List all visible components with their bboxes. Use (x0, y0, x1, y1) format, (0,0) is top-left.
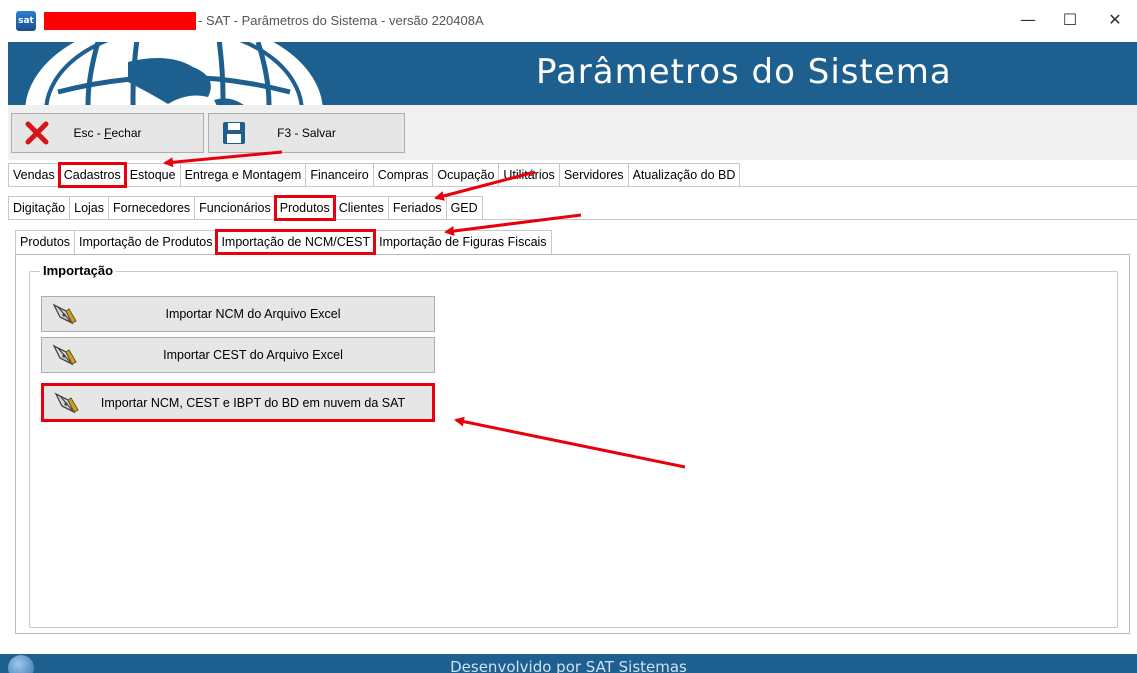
tab-compras[interactable]: Compras (372, 163, 434, 187)
tab-funcionarios[interactable]: Funcionários (194, 196, 276, 220)
tab-importacao-ncm-cest[interactable]: Importação de NCM/CEST (215, 229, 377, 255)
close-button-label: Esc - Fechar (73, 126, 142, 140)
tab-ocupacao[interactable]: Ocupação (432, 163, 500, 187)
product-tab-bar: Produtos Importação de Produtos Importação… (15, 229, 552, 255)
ncm-cest-import-panel: Importação Importar NCM do Arquivo Excel… (15, 254, 1130, 634)
minimize-button[interactable]: — (1014, 8, 1042, 32)
title-bar: sat - SAT - Parâmetros do Sistema - vers… (0, 0, 1137, 42)
window-title: - SAT - Parâmetros do Sistema - versão 2… (198, 13, 484, 28)
import-ncm-excel-button[interactable]: Importar NCM do Arquivo Excel (41, 296, 435, 332)
tab-cadastros[interactable]: Cadastros (57, 162, 127, 188)
save-button[interactable]: F3 - Salvar (208, 113, 405, 153)
tab-atualizacao-do-bd[interactable]: Atualização do BD (627, 163, 741, 187)
main-tab-divider (8, 186, 1137, 187)
tab-financeiro[interactable]: Financeiro (305, 163, 374, 187)
app-icon: sat (16, 11, 36, 31)
tab-vendas[interactable]: Vendas (8, 163, 60, 187)
tab-importacao-de-produtos[interactable]: Importação de Produtos (74, 230, 218, 254)
maximize-button[interactable]: ☐ (1056, 8, 1084, 32)
close-window-button[interactable]: ✕ (1101, 8, 1129, 32)
footer-bar: Desenvolvido por SAT Sistemas (0, 654, 1137, 673)
tab-lojas[interactable]: Lojas (69, 196, 110, 220)
tab-estoque[interactable]: Estoque (124, 163, 181, 187)
redacted-region (44, 12, 196, 30)
tab-fornecedores[interactable]: Fornecedores (108, 196, 196, 220)
page-title: Parâmetros do Sistema (536, 52, 952, 92)
header-banner: Parâmetros do Sistema (8, 42, 1137, 105)
tab-servidores[interactable]: Servidores (558, 163, 629, 187)
import-button-label: Importar NCM do Arquivo Excel (165, 307, 341, 321)
tab-digitacao[interactable]: Digitação (8, 196, 71, 220)
main-tab-bar: Vendas Cadastros Estoque Entrega e Montagem… (8, 162, 741, 188)
sub-tab-bar: Digitação Lojas Fornecedores Funcionários Pr… (8, 195, 483, 221)
tab-ged[interactable]: GED (445, 196, 483, 220)
import-ncm-cest-ibpt-cloud-button[interactable]: Importar NCM, CEST e IBPT do BD em nuvem… (41, 383, 435, 422)
import-button-label: Importar NCM, CEST e IBPT do BD em nuvem… (100, 396, 406, 410)
footer-credit: Desenvolvido por SAT Sistemas (450, 658, 687, 673)
tab-clientes[interactable]: Clientes (333, 196, 389, 220)
import-button-label: Importar CEST do Arquivo Excel (163, 348, 343, 362)
tab-entrega-e-montagem[interactable]: Entrega e Montagem (179, 163, 307, 187)
import-group-label: Importação (40, 263, 117, 278)
tab-importacao-figuras-fiscais[interactable]: Importação de Figuras Fiscais (374, 230, 552, 254)
close-button[interactable]: Esc - Fechar (11, 113, 204, 153)
save-button-label: F3 - Salvar (277, 126, 336, 140)
tab-utilitarios[interactable]: Utilitários (498, 163, 560, 187)
tab-feriados[interactable]: Feriados (387, 196, 447, 220)
toolbar: Esc - Fechar F3 - Salvar (8, 105, 1137, 160)
tab-produtos[interactable]: Produtos (273, 195, 336, 221)
tab-produtos-lista[interactable]: Produtos (15, 230, 76, 254)
sub-tab-divider (8, 219, 1137, 220)
globe-logo-icon (23, 42, 325, 105)
import-cest-excel-button[interactable]: Importar CEST do Arquivo Excel (41, 337, 435, 373)
